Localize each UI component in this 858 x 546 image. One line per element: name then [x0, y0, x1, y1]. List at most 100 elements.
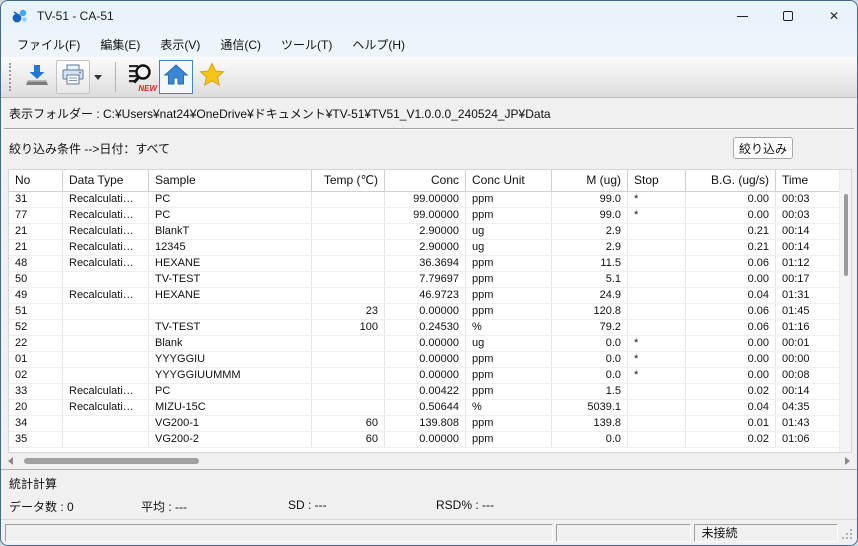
table-cell: 50 [9, 272, 63, 287]
table-cell: 01:45 [776, 304, 840, 319]
table-cell [312, 272, 385, 287]
table-cell: 60 [312, 432, 385, 447]
table-cell: 2.9 [552, 224, 628, 239]
table-cell: 139.808 [385, 416, 466, 431]
scroll-left-arrow-icon[interactable] [8, 457, 13, 465]
statistic-value: SD : --- [288, 498, 327, 512]
column-header[interactable]: Conc [385, 170, 466, 191]
menu-item[interactable]: 表示(V) [150, 32, 210, 57]
table-cell: HEXANE [149, 288, 312, 303]
column-header[interactable]: Temp (℃) [312, 170, 385, 191]
column-header[interactable]: Stop [628, 170, 686, 191]
menu-item[interactable]: 編集(E) [90, 32, 150, 57]
table-row[interactable]: 33Recalculati…PC0.00422ppm1.50.0200:14 [9, 384, 851, 400]
table-cell: 0.0 [552, 352, 628, 367]
menu-item[interactable]: 通信(C) [210, 32, 271, 57]
table-cell: 0.00 [686, 352, 776, 367]
table-cell [312, 336, 385, 351]
toolbar-gripper[interactable] [9, 63, 12, 91]
column-header[interactable]: M (ug) [552, 170, 628, 191]
table-cell: 21 [9, 240, 63, 255]
column-header[interactable]: Sample [149, 170, 312, 191]
table-cell: 00:03 [776, 208, 840, 223]
table-row[interactable]: 21Recalculati…123452.90000ug2.90.2100:14 [9, 240, 851, 256]
table-cell [63, 352, 149, 367]
scroll-right-arrow-icon[interactable] [845, 457, 850, 465]
table-cell: 0.24530 [385, 320, 466, 335]
table-row[interactable]: 50TV-TEST7.79697ppm5.10.0000:17 [9, 272, 851, 288]
table-row[interactable]: 34VG200-160139.808ppm139.80.0101:43 [9, 416, 851, 432]
filter-button[interactable]: 絞り込み [733, 137, 793, 159]
home-button[interactable] [159, 60, 193, 94]
table-cell: 00:01 [776, 336, 840, 351]
column-header[interactable]: No [9, 170, 63, 191]
new-badge: NEW [138, 84, 157, 93]
table-cell [628, 304, 686, 319]
column-header[interactable]: B.G. (ug/s) [686, 170, 776, 191]
table-cell: PC [149, 384, 312, 399]
column-header[interactable]: Data Type [63, 170, 149, 191]
table-cell: 0.02 [686, 384, 776, 399]
vertical-scrollbar-thumb[interactable] [844, 194, 848, 276]
table-cell [628, 256, 686, 271]
menu-item[interactable]: ツール(T) [271, 32, 342, 57]
table-cell: 0.00 [686, 192, 776, 207]
table-cell: Recalculati… [63, 208, 149, 223]
table-cell: 79.2 [552, 320, 628, 335]
maximize-button[interactable] [765, 1, 811, 31]
menu-item[interactable]: ファイル(F) [7, 32, 90, 57]
minimize-button[interactable] [719, 1, 765, 31]
print-dropdown-arrow-icon[interactable] [94, 75, 102, 80]
table-cell: 0.04 [686, 288, 776, 303]
vertical-scrollbar[interactable] [839, 170, 851, 452]
print-button[interactable] [56, 60, 90, 94]
table-row[interactable]: 31Recalculati…PC99.00000ppm99.0*0.0000:0… [9, 192, 851, 208]
table-cell: YYYGGIU [149, 352, 312, 367]
close-button[interactable]: ✕ [811, 1, 857, 31]
table-cell [628, 320, 686, 335]
horizontal-scrollbar[interactable] [6, 453, 852, 469]
table-cell [628, 416, 686, 431]
table-cell [628, 240, 686, 255]
table-cell: Blank [149, 336, 312, 351]
table-row[interactable]: 49Recalculati…HEXANE46.9723ppm24.90.0401… [9, 288, 851, 304]
resize-grip[interactable] [841, 527, 853, 539]
table-row[interactable]: 51230.00000ppm120.80.0601:45 [9, 304, 851, 320]
table-row[interactable]: 22Blank0.00000ug0.0*0.0000:01 [9, 336, 851, 352]
table-cell: 20 [9, 400, 63, 415]
table-row[interactable]: 02YYYGGIUUMMM0.00000ppm0.0*0.0000:08 [9, 368, 851, 384]
minimize-icon [737, 16, 748, 17]
table-row[interactable]: 48Recalculati…HEXANE36.3694ppm11.50.0601… [9, 256, 851, 272]
table-cell: 99.0 [552, 192, 628, 207]
table-cell [63, 304, 149, 319]
table-row[interactable]: 20Recalculati…MIZU-15C0.50644%5039.10.04… [9, 400, 851, 416]
table-cell: 0.0 [552, 432, 628, 447]
menu-item[interactable]: ヘルプ(H) [342, 32, 415, 57]
table-cell: 51 [9, 304, 63, 319]
data-table: NoData TypeSampleTemp (℃)ConcConc UnitM … [8, 169, 852, 453]
table-cell: 2.90000 [385, 224, 466, 239]
table-cell: 01:12 [776, 256, 840, 271]
table-cell: 1.5 [552, 384, 628, 399]
table-row[interactable]: 21Recalculati…BlankT2.90000ug2.90.2100:1… [9, 224, 851, 240]
table-cell: % [466, 400, 552, 415]
column-header[interactable]: Time [776, 170, 840, 191]
table-row[interactable]: 35VG200-2600.00000ppm0.00.0201:06 [9, 432, 851, 448]
status-panel-1 [5, 524, 553, 542]
table-cell [628, 432, 686, 447]
table-cell: 99.0 [552, 208, 628, 223]
folder-path-bar: 表示フォルダー : C:¥Users¥nat24¥OneDrive¥ドキュメント… [1, 98, 857, 128]
favorite-button[interactable] [195, 60, 229, 94]
table-cell: 100 [312, 320, 385, 335]
app-logo-icon [11, 7, 29, 25]
table-cell: 0.21 [686, 224, 776, 239]
table-row[interactable]: 77Recalculati…PC99.00000ppm99.0*0.0000:0… [9, 208, 851, 224]
statistics-panel: 統計計算 データ数 : 0平均 : ---SD : ---RSD% : --- [1, 469, 857, 515]
horizontal-scrollbar-thumb[interactable] [24, 458, 199, 464]
table-row[interactable]: 52TV-TEST1000.24530%79.20.0601:16 [9, 320, 851, 336]
search-new-button[interactable]: NEW [123, 60, 157, 94]
column-header[interactable]: Conc Unit [466, 170, 552, 191]
table-cell: 120.8 [552, 304, 628, 319]
save-button[interactable] [20, 60, 54, 94]
table-row[interactable]: 01YYYGGIU0.00000ppm0.0*0.0000:00 [9, 352, 851, 368]
